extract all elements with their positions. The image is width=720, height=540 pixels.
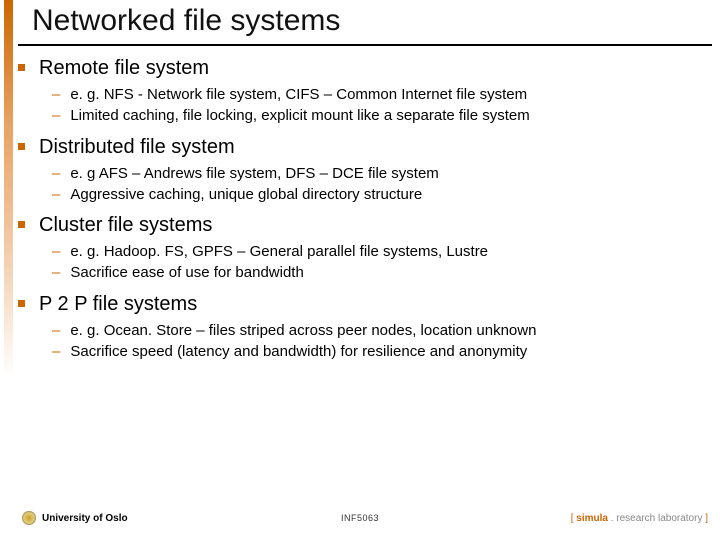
section-heading: Cluster file systems xyxy=(39,213,212,238)
sub-text: e. g. NFS - Network file system, CIFS – … xyxy=(70,85,527,105)
sub-item: – e. g. NFS - Network file system, CIFS … xyxy=(52,85,710,105)
sub-text: Aggressive caching, unique global direct… xyxy=(70,185,422,205)
list-item: Cluster file systems – e. g. Hadoop. FS,… xyxy=(18,213,710,284)
sub-text: Limited caching, file locking, explicit … xyxy=(70,106,529,126)
bullet-icon xyxy=(18,64,25,71)
sub-item: – Aggressive caching, unique global dire… xyxy=(52,185,710,205)
sub-item: – e. g AFS – Andrews file system, DFS – … xyxy=(52,164,710,184)
bullet-icon xyxy=(18,143,25,150)
dash-icon: – xyxy=(52,263,60,283)
list-item: P 2 P file systems – e. g. Ocean. Store … xyxy=(18,292,710,363)
university-seal-icon xyxy=(22,511,36,525)
list-item: Distributed file system – e. g AFS – And… xyxy=(18,135,710,206)
dash-icon: – xyxy=(52,185,60,205)
footer-right: [ simula . research laboratory ] xyxy=(571,513,708,524)
brand-rest: . research laboratory xyxy=(608,513,705,524)
dash-icon: – xyxy=(52,106,60,126)
course-code: INF5063 xyxy=(341,513,379,523)
footer-left: University of Oslo xyxy=(22,511,128,525)
bullet-icon xyxy=(18,300,25,307)
sub-text: Sacrifice ease of use for bandwidth xyxy=(70,263,303,283)
sub-item: – e. g. Ocean. Store – files striped acr… xyxy=(52,321,710,341)
dash-icon: – xyxy=(52,164,60,184)
slide: Networked file systems Remote file syste… xyxy=(0,0,720,540)
dash-icon: – xyxy=(52,85,60,105)
title-underline xyxy=(18,44,712,46)
section-heading: Distributed file system xyxy=(39,135,235,160)
sub-item: – Sacrifice speed (latency and bandwidth… xyxy=(52,342,710,362)
sub-text: Sacrifice speed (latency and bandwidth) … xyxy=(70,342,527,362)
sub-text: e. g. Ocean. Store – files striped acros… xyxy=(70,321,536,341)
sub-item: – e. g. Hadoop. FS, GPFS – General paral… xyxy=(52,242,710,262)
section-heading: Remote file system xyxy=(39,56,209,81)
footer: University of Oslo INF5063 [ simula . re… xyxy=(0,508,720,528)
sub-text: e. g. Hadoop. FS, GPFS – General paralle… xyxy=(70,242,488,262)
section-heading: P 2 P file systems xyxy=(39,292,197,317)
bracket-close: ] xyxy=(705,513,708,524)
dash-icon: – xyxy=(52,242,60,262)
accent-bar xyxy=(4,0,13,540)
list-item: Remote file system – e. g. NFS - Network… xyxy=(18,56,710,127)
sub-text: e. g AFS – Andrews file system, DFS – DC… xyxy=(70,164,438,184)
sub-item: – Sacrifice ease of use for bandwidth xyxy=(52,263,710,283)
page-title: Networked file systems xyxy=(32,4,340,38)
dash-icon: – xyxy=(52,342,60,362)
sub-item: – Limited caching, file locking, explici… xyxy=(52,106,710,126)
bullet-icon xyxy=(18,221,25,228)
brand-name: simula xyxy=(576,513,608,524)
content-area: Remote file system – e. g. NFS - Network… xyxy=(18,56,710,370)
dash-icon: – xyxy=(52,321,60,341)
university-name: University of Oslo xyxy=(42,513,128,524)
